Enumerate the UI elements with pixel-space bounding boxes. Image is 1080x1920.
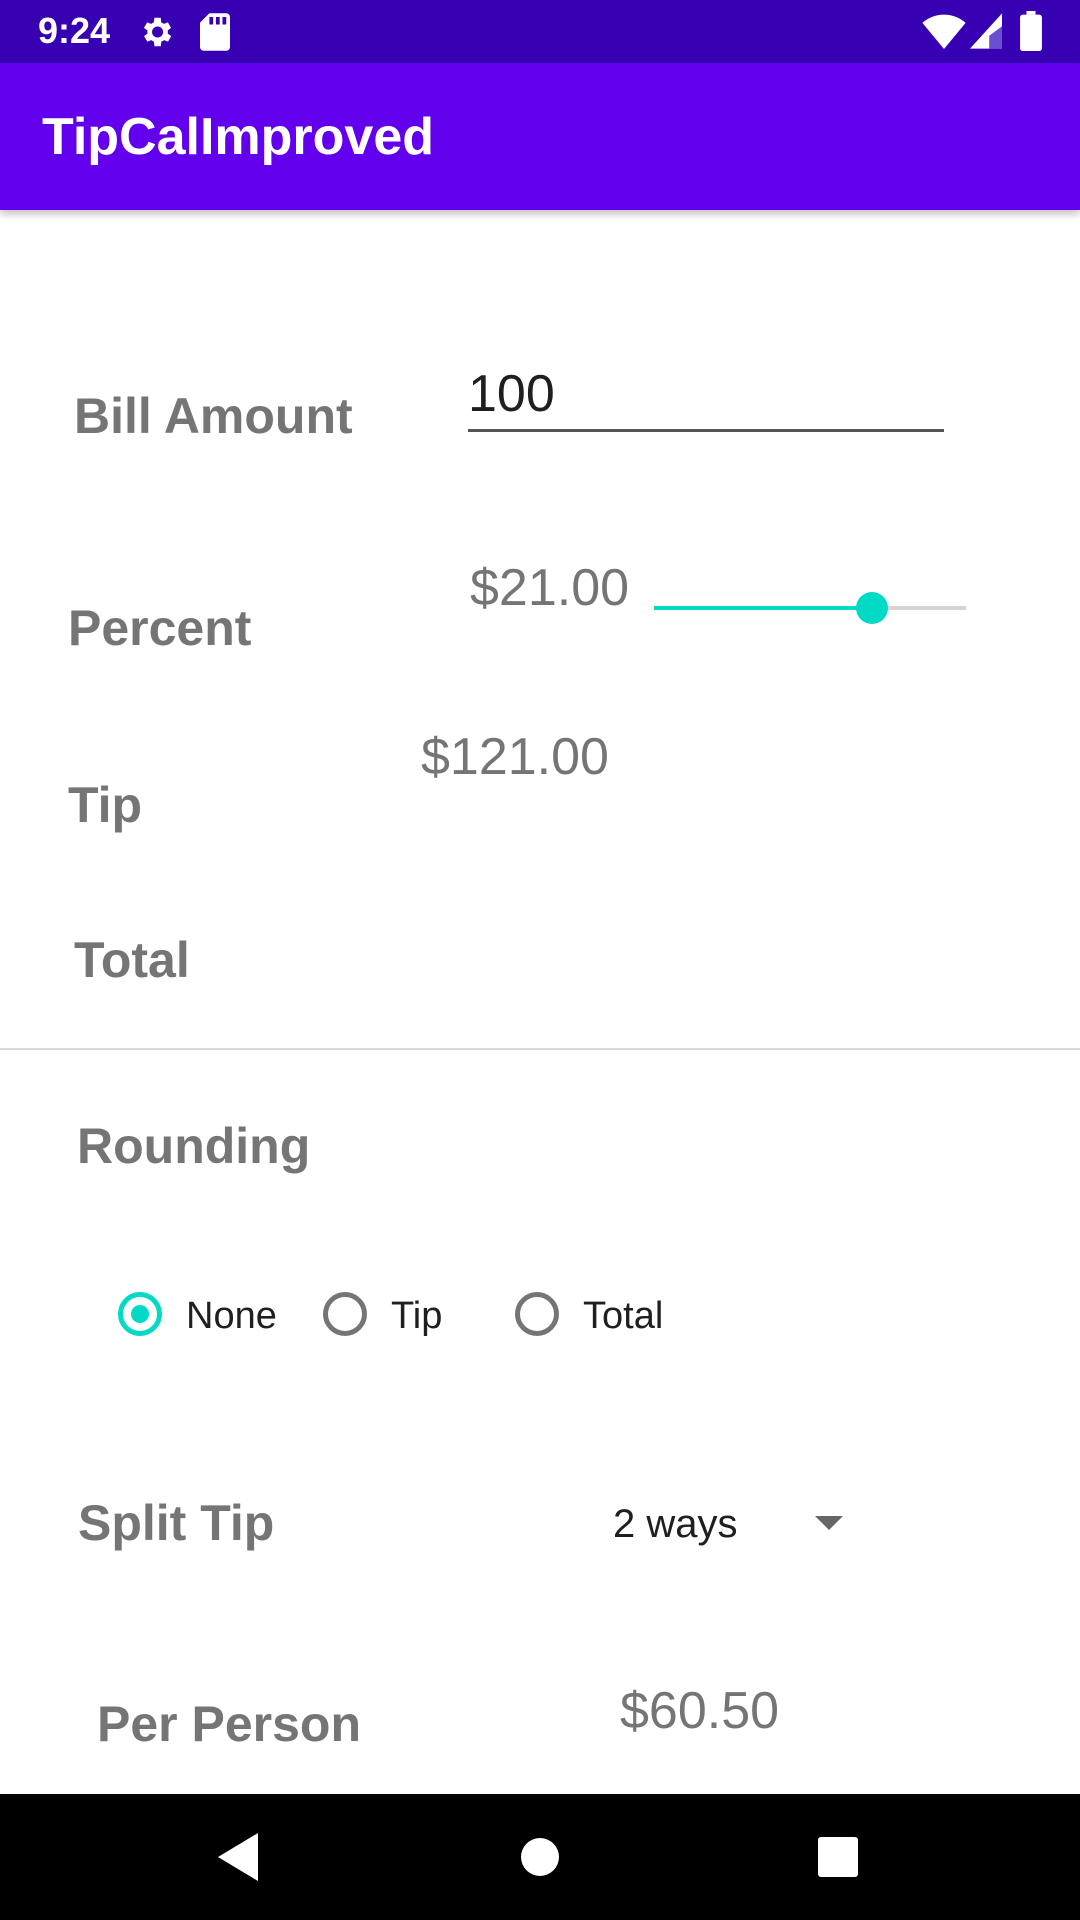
cell-signal-icon	[970, 13, 1002, 49]
radio-button-none[interactable]	[118, 1292, 162, 1336]
radio-option-none[interactable]: None	[118, 1288, 288, 1348]
back-icon[interactable]	[208, 1827, 268, 1887]
radio-label-tip: Tip	[391, 1295, 443, 1337]
radio-label-none: None	[186, 1295, 277, 1337]
status-time: 9:24	[38, 10, 111, 51]
battery-icon	[1020, 11, 1042, 51]
rounding-label: Rounding	[77, 1118, 311, 1174]
home-icon[interactable]	[510, 1827, 570, 1887]
bill-amount-label: Bill Amount	[74, 388, 353, 444]
recents-icon[interactable]	[808, 1827, 868, 1887]
radio-option-tip[interactable]: Tip	[323, 1288, 453, 1348]
slider-thumb[interactable]	[856, 592, 889, 624]
slider-fill	[654, 606, 873, 610]
wifi-icon	[922, 14, 966, 49]
percent-label: Percent	[68, 600, 252, 656]
tip-label: Tip	[68, 777, 143, 833]
divider	[0, 1048, 1080, 1050]
slider-track	[654, 606, 966, 610]
tip-value: $121.00	[421, 728, 609, 786]
dropdown-arrow-icon	[815, 1516, 843, 1530]
split-tip-label: Split Tip	[78, 1495, 275, 1551]
app-bar: TipCalImproved	[0, 63, 1080, 210]
screen: 9:24 TipCalImproved Bill Amount Percent …	[0, 0, 1080, 1920]
gear-icon	[143, 17, 172, 47]
radio-button-tip[interactable]	[323, 1292, 367, 1336]
status-bar: 9:24	[0, 0, 1080, 63]
radio-dot	[131, 1305, 149, 1323]
per-person-value: $60.50	[620, 1682, 780, 1740]
split-tip-dropdown[interactable]: 2 ways	[600, 1490, 860, 1560]
per-person-label: Per Person	[97, 1696, 362, 1752]
percent-value: $21.00	[470, 559, 630, 617]
radio-option-total[interactable]: Total	[515, 1288, 685, 1348]
percent-slider[interactable]	[654, 586, 966, 630]
bill-amount-input[interactable]	[468, 358, 944, 432]
app-title: TipCalImproved	[42, 108, 435, 166]
navigation-bar	[0, 1794, 1080, 1920]
split-tip-selected: 2 ways	[613, 1502, 738, 1546]
sd-card-icon	[200, 13, 230, 51]
total-label: Total	[74, 932, 190, 988]
radio-label-total: Total	[583, 1295, 664, 1337]
radio-button-total[interactable]	[515, 1292, 559, 1336]
